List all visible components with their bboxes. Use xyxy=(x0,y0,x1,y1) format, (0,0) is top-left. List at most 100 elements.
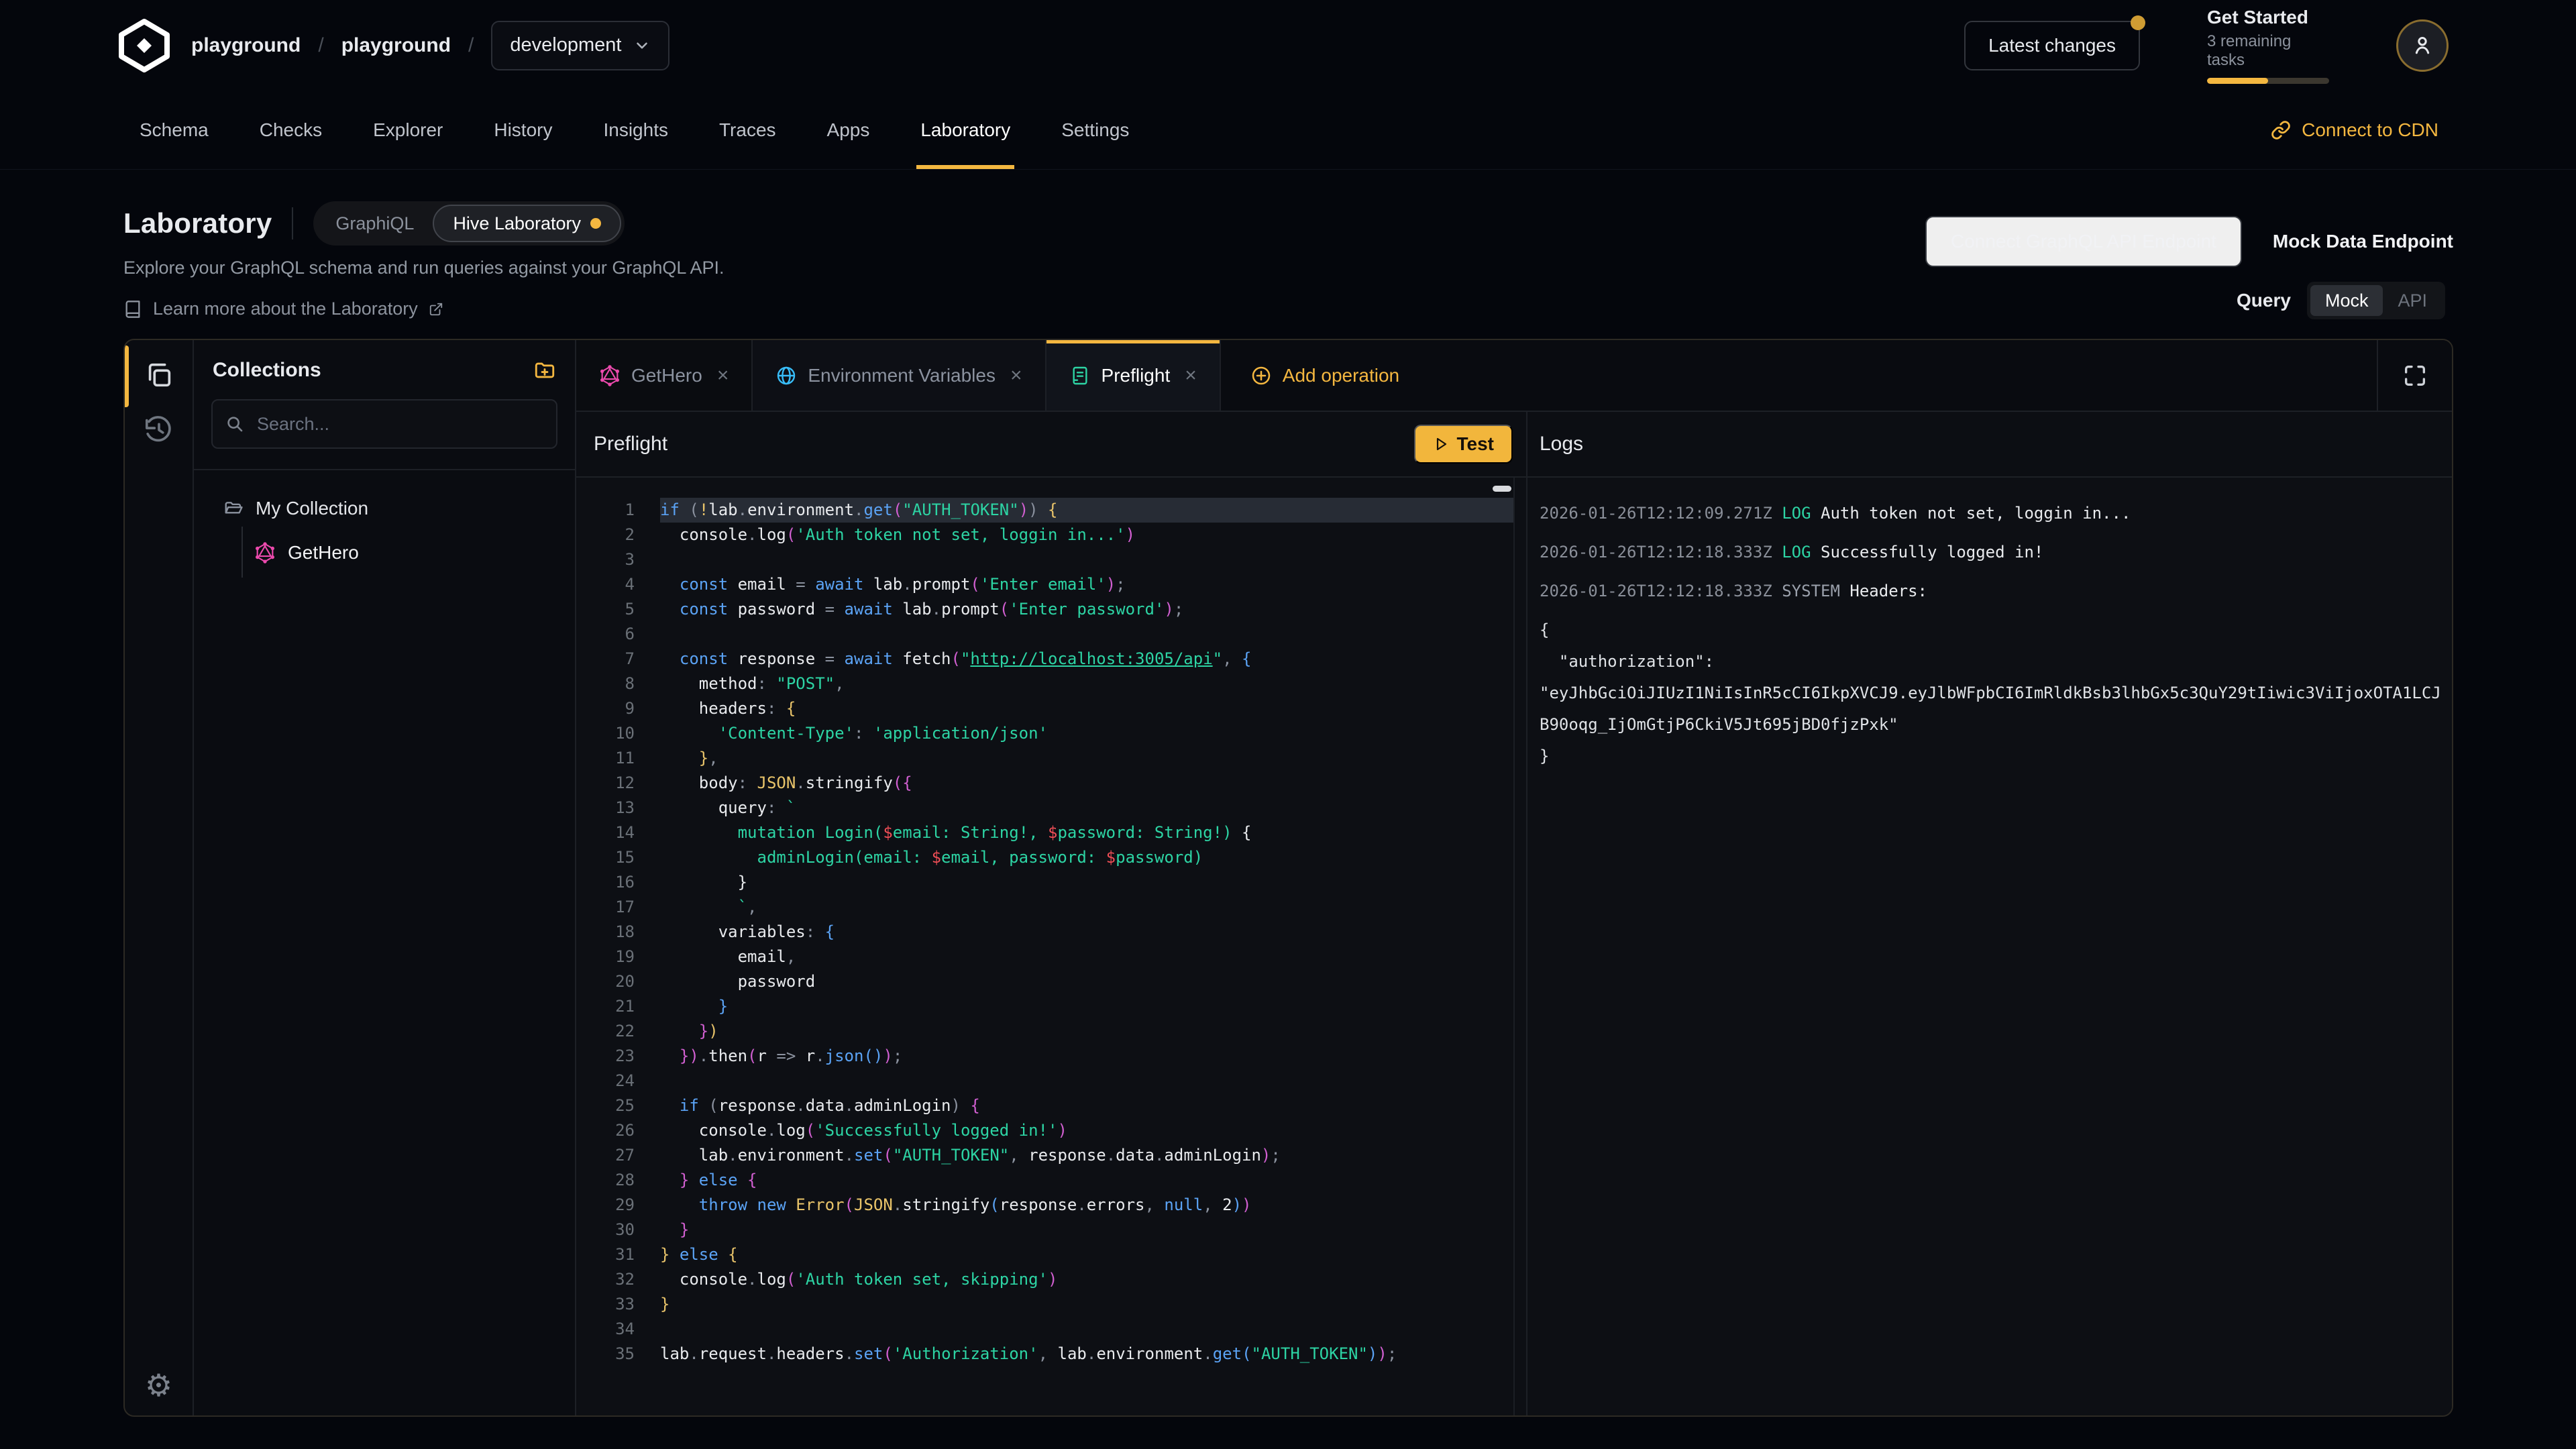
code-line-content: }).then(r => r.json()); xyxy=(660,1044,1515,1069)
mode-option-hive-laboratory[interactable]: Hive Laboratory xyxy=(433,205,621,242)
collection-folder-label: My Collection xyxy=(256,498,368,519)
close-icon[interactable]: × xyxy=(1010,364,1022,387)
connect-to-cdn-button[interactable]: Connect to CDN xyxy=(2271,91,2438,169)
code-line-content: variables: { xyxy=(660,920,1515,945)
nav-tab-explorer[interactable]: Explorer xyxy=(373,91,443,169)
mode-option-graphiql[interactable]: GraphiQL xyxy=(317,205,433,242)
code-line-content: adminLogin(email: $email, password: $pas… xyxy=(660,845,1515,870)
code-line: 1if (!lab.environment.get("AUTH_TOKEN"))… xyxy=(576,498,1526,523)
latest-changes-label: Latest changes xyxy=(1988,35,2116,56)
mock-data-endpoint-button[interactable]: Mock Data Endpoint xyxy=(2273,231,2453,252)
collections-panel: Collections My CollectionGetHero xyxy=(194,340,576,1415)
collections-search-input[interactable] xyxy=(211,399,557,449)
nav-tab-checks[interactable]: Checks xyxy=(260,91,322,169)
line-number: 14 xyxy=(576,820,660,845)
code-line: 28 } else { xyxy=(576,1168,1526,1193)
code-line-content: } xyxy=(660,1292,1515,1317)
nav-tab-apps[interactable]: Apps xyxy=(827,91,870,169)
folder-open-icon xyxy=(223,498,244,519)
preflight-code-editor[interactable]: 1if (!lab.environment.get("AUTH_TOKEN"))… xyxy=(576,478,1526,1415)
breadcrumb-project[interactable]: playground xyxy=(341,34,451,57)
breadcrumb-org[interactable]: playground xyxy=(191,34,301,57)
learn-more-label: Learn more about the Laboratory xyxy=(153,299,418,319)
nav-tab-settings[interactable]: Settings xyxy=(1061,91,1129,169)
get-started-widget[interactable]: Get Started 3 remaining tasks xyxy=(2207,7,2329,84)
code-line-content: }, xyxy=(660,746,1515,771)
get-started-progressbar xyxy=(2207,78,2329,84)
code-line-content xyxy=(660,547,1515,572)
nav-tab-history[interactable]: History xyxy=(494,91,552,169)
collection-operation-label: GetHero xyxy=(288,542,359,564)
log-entry: 2026-01-26T12:12:18.333Z SYSTEM Headers: xyxy=(1540,576,2438,607)
line-number: 10 xyxy=(576,721,660,746)
code-line: 12 body: JSON.stringify({ xyxy=(576,771,1526,796)
fullscreen-icon xyxy=(2402,362,2428,389)
line-number: 12 xyxy=(576,771,660,796)
line-number: 1 xyxy=(576,498,660,523)
code-line-content: } else { xyxy=(660,1168,1515,1193)
target-selector[interactable]: development xyxy=(491,21,669,70)
collection-operation-gethero[interactable]: GetHero xyxy=(194,533,575,572)
nav-tab-traces[interactable]: Traces xyxy=(719,91,776,169)
code-line: 4 const email = await lab.prompt('Enter … xyxy=(576,572,1526,597)
log-timestamp: 2026-01-26T12:12:09.271Z xyxy=(1540,504,1782,523)
line-number: 13 xyxy=(576,796,660,820)
code-line: 19 email, xyxy=(576,945,1526,969)
plus-icon xyxy=(1250,365,1272,386)
settings-gear-icon[interactable]: ⚙ xyxy=(125,1367,193,1403)
breadcrumb: playground / playground / development xyxy=(191,21,669,70)
code-line-content: } xyxy=(660,1218,1515,1242)
collection-folder-my-collection[interactable]: My Collection xyxy=(194,489,575,528)
connect-graphql-endpoint-button[interactable]: Connect GraphQL API Endpoint xyxy=(1925,216,2242,267)
tab-preflight[interactable]: Preflight× xyxy=(1046,340,1221,411)
code-line-content: const password = await lab.prompt('Enter… xyxy=(660,597,1515,622)
graphql-icon xyxy=(254,542,276,564)
test-button[interactable]: Test xyxy=(1414,425,1513,464)
tab-label: Add operation xyxy=(1283,365,1399,386)
line-number: 8 xyxy=(576,672,660,696)
code-line: 33} xyxy=(576,1292,1526,1317)
query-target-mock[interactable]: Mock xyxy=(2310,285,2383,316)
user-avatar[interactable] xyxy=(2396,19,2449,72)
line-number: 2 xyxy=(576,523,660,547)
code-line-content xyxy=(660,622,1515,647)
code-line: 8 method: "POST", xyxy=(576,672,1526,696)
line-number: 7 xyxy=(576,647,660,672)
line-number: 19 xyxy=(576,945,660,969)
collections-rail-button[interactable] xyxy=(139,355,179,395)
tab-label: Environment Variables xyxy=(808,365,996,386)
code-line-content: lab.request.headers.set('Authorization',… xyxy=(660,1342,1515,1366)
new-collection-folder-plus-icon[interactable] xyxy=(533,359,556,382)
learn-more-link[interactable]: Learn more about the Laboratory xyxy=(123,299,724,319)
fullscreen-button[interactable] xyxy=(2377,340,2452,411)
code-line: 7 const response = await fetch("http://l… xyxy=(576,647,1526,672)
line-number: 20 xyxy=(576,969,660,994)
close-icon[interactable]: × xyxy=(1185,364,1197,387)
code-line-content: } xyxy=(660,994,1515,1019)
code-line: 13 query: ` xyxy=(576,796,1526,820)
close-icon[interactable]: × xyxy=(717,364,729,387)
code-line-content: mutation Login($email: String!, $passwor… xyxy=(660,820,1515,845)
tab-environment-variables[interactable]: Environment Variables × xyxy=(753,340,1046,411)
code-line-content: }) xyxy=(660,1019,1515,1044)
nav-tab-insights[interactable]: Insights xyxy=(603,91,668,169)
nav-tab-laboratory[interactable]: Laboratory xyxy=(920,91,1010,169)
tab-label: GetHero xyxy=(631,365,702,386)
line-number: 16 xyxy=(576,870,660,895)
history-rail-button[interactable] xyxy=(139,410,179,450)
query-target-api[interactable]: API xyxy=(2383,285,2442,316)
nav-tab-schema[interactable]: Schema xyxy=(140,91,209,169)
latest-changes-button[interactable]: Latest changes xyxy=(1964,21,2140,70)
line-number: 33 xyxy=(576,1292,660,1317)
editor-scrollbar-thumb[interactable] xyxy=(1493,486,1511,492)
hive-logo-icon[interactable] xyxy=(115,19,174,72)
person-icon xyxy=(2409,32,2436,59)
code-line: 6 xyxy=(576,622,1526,647)
history-icon xyxy=(144,415,174,445)
tab-gethero[interactable]: GetHero × xyxy=(576,340,753,411)
line-number: 22 xyxy=(576,1019,660,1044)
line-number: 21 xyxy=(576,994,660,1019)
editor-scrollbar-track xyxy=(1513,478,1515,1415)
logs-title: Logs xyxy=(1540,433,1583,455)
add-operation-button[interactable]: Add operation xyxy=(1221,340,1429,411)
